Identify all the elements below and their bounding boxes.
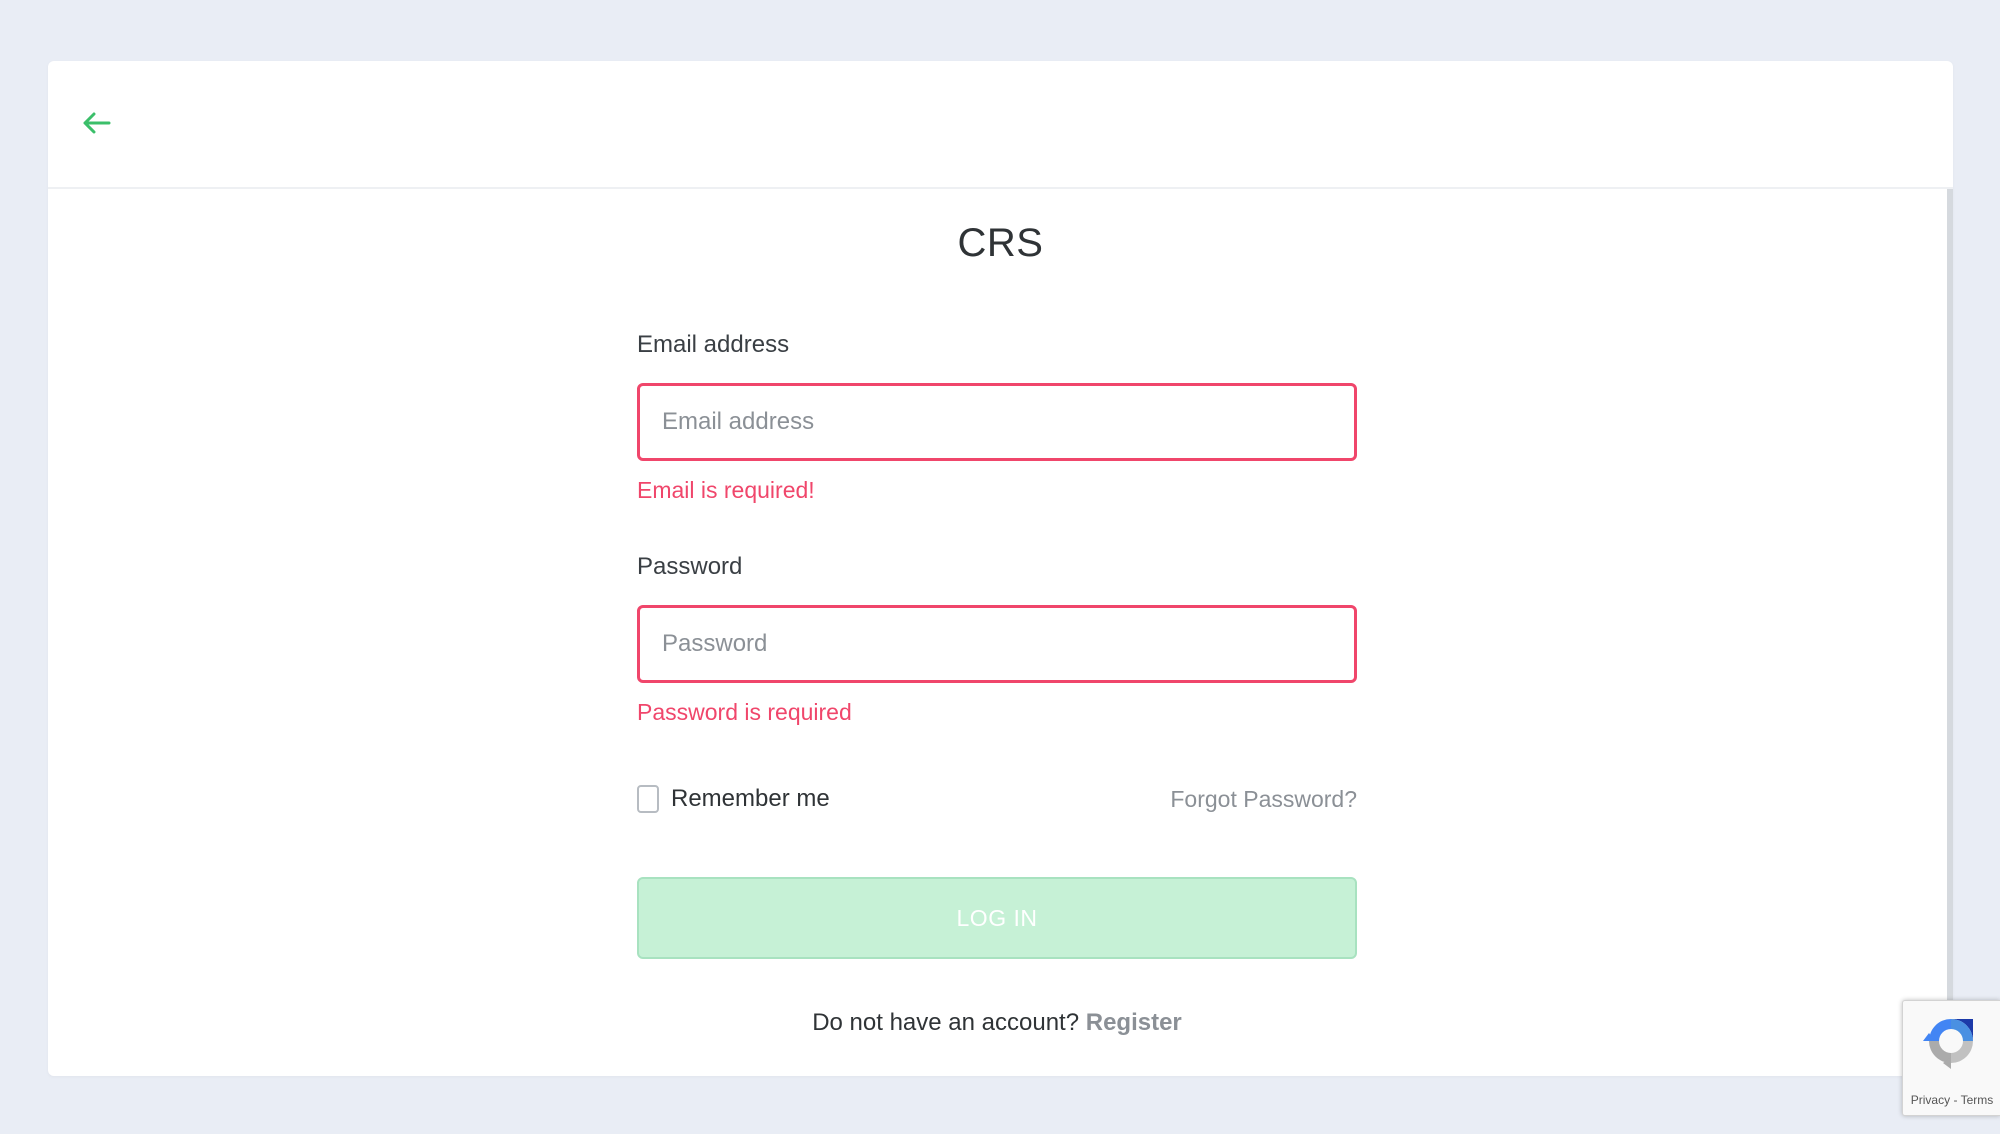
email-error: Email is required! <box>637 477 815 503</box>
recaptcha-terms-link[interactable]: Terms <box>1961 1093 1994 1107</box>
back-button[interactable] <box>78 105 114 141</box>
scrollbar[interactable] <box>1947 189 1953 1076</box>
login-card: CRS Email address Email is required! Pas… <box>48 61 1953 1076</box>
remember-checkbox[interactable] <box>637 785 659 813</box>
recaptcha-badge[interactable]: Privacy - Terms <box>1902 1000 2000 1116</box>
register-link[interactable]: Register <box>1086 1009 1182 1036</box>
page-title: CRS <box>957 221 1044 265</box>
password-error: Password is required <box>637 699 852 725</box>
forgot-password-link[interactable]: Forgot Password? <box>1170 786 1357 813</box>
login-button[interactable]: LOG IN <box>637 877 1357 959</box>
email-label: Email address <box>637 331 790 358</box>
recaptcha-icon <box>1923 1019 1973 1069</box>
email-input[interactable] <box>637 383 1357 461</box>
arrow-left-icon <box>83 112 111 134</box>
register-prompt: Do not have an account? <box>812 1009 1080 1036</box>
remember-me[interactable]: Remember me <box>637 785 830 813</box>
login-form: Email address Email is required! Passwor… <box>637 331 1357 1037</box>
password-label: Password <box>637 553 743 580</box>
card-header <box>48 61 1953 189</box>
register-row: Do not have an account? Register <box>637 1009 1357 1037</box>
options-row: Remember me Forgot Password? <box>637 781 1357 817</box>
recaptcha-links: Privacy - Terms <box>1903 1093 2000 1107</box>
password-input[interactable] <box>637 605 1357 683</box>
recaptcha-separator: - <box>1953 1093 1958 1107</box>
recaptcha-privacy-link[interactable]: Privacy <box>1911 1093 1950 1107</box>
remember-label: Remember me <box>671 785 830 812</box>
